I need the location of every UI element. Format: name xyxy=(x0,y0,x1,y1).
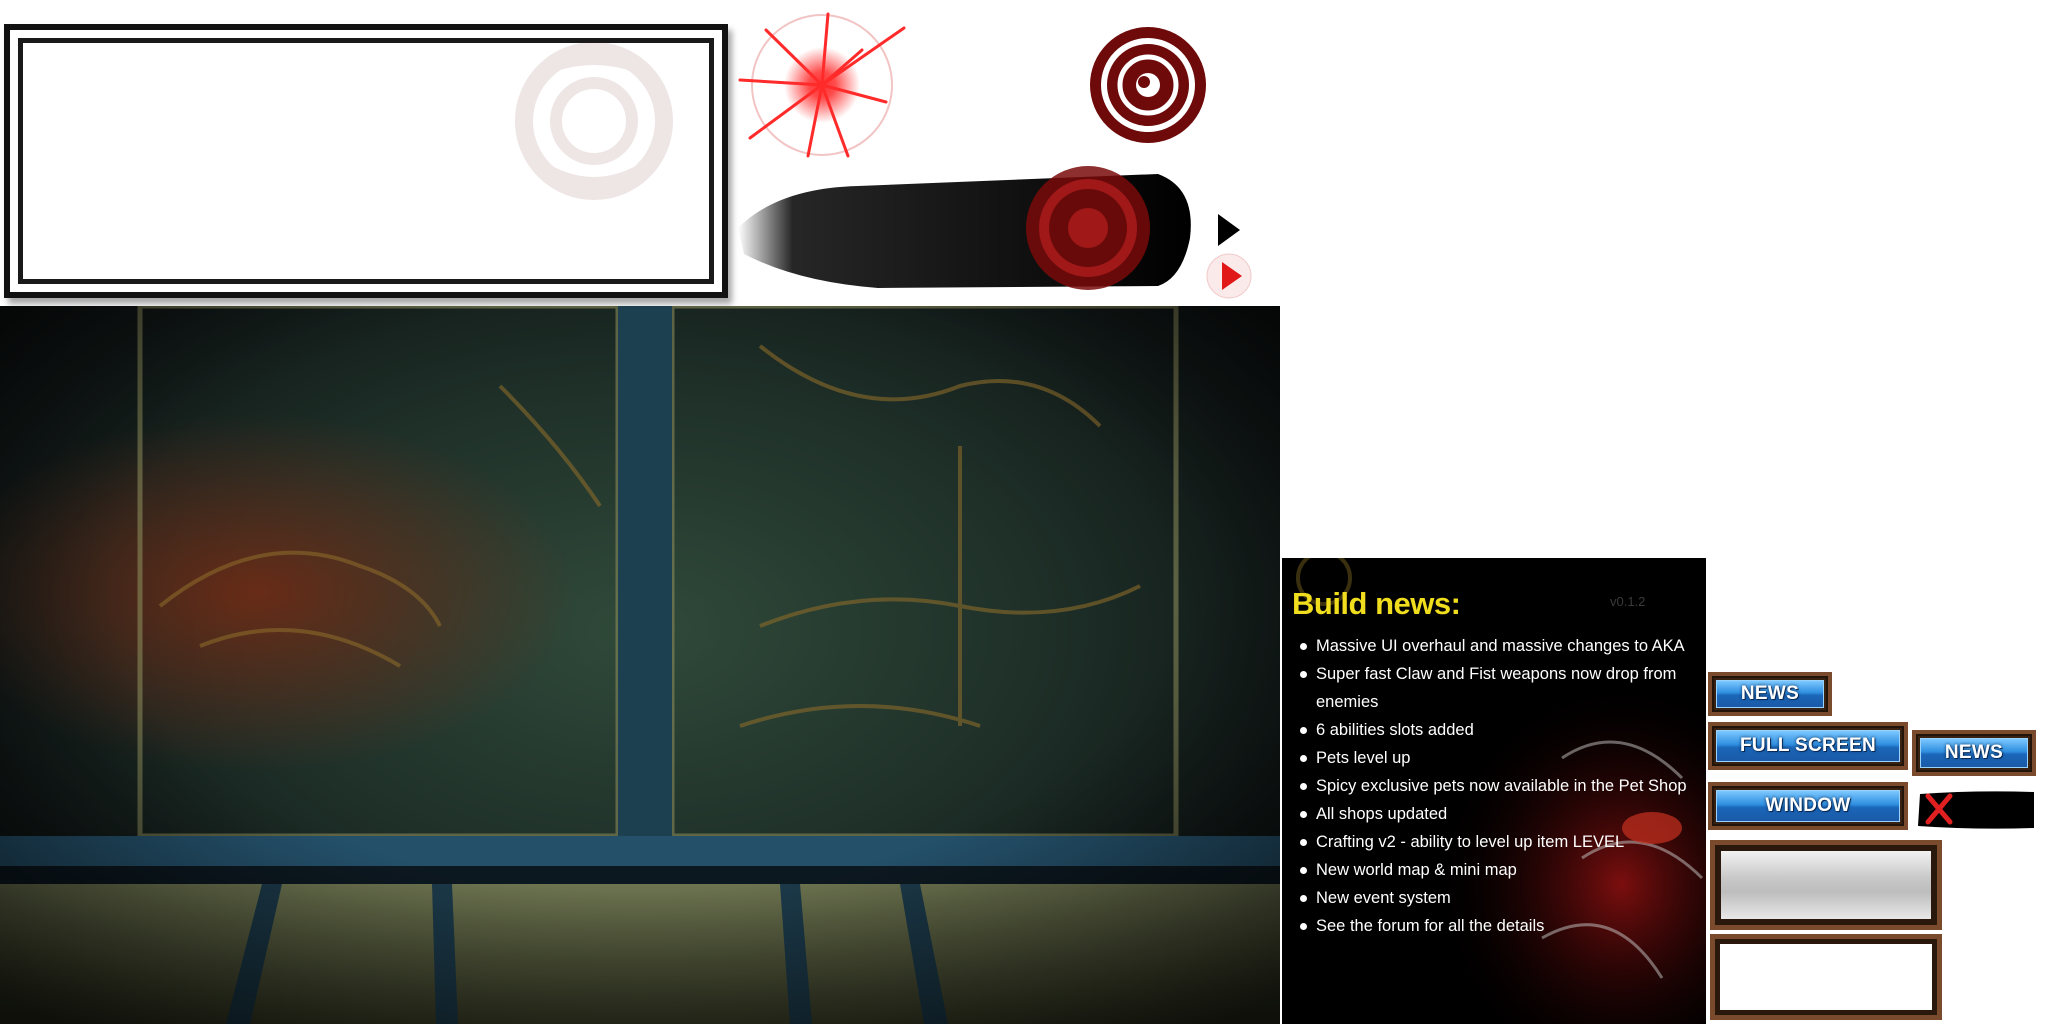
dialog-frame xyxy=(4,24,728,298)
news-button-alt-label: NEWS xyxy=(1920,738,2028,768)
dojo-scene-art xyxy=(0,306,1280,1024)
news-item: New event system xyxy=(1296,884,1696,912)
news-item: See the forum for all the details xyxy=(1296,912,1696,940)
play-arrow-icon[interactable] xyxy=(1216,212,1242,248)
brush-stroke-banner xyxy=(738,166,1191,290)
full-screen-button[interactable]: FULL SCREEN xyxy=(1708,722,1908,770)
close-button[interactable] xyxy=(1916,788,2036,830)
red-burst-icon xyxy=(738,12,906,158)
news-item: Massive UI overhaul and massive changes … xyxy=(1296,632,1696,660)
news-button-label: NEWS xyxy=(1716,680,1824,708)
white-panel-face xyxy=(1720,944,1932,1010)
red-seal-icon xyxy=(1090,27,1206,143)
news-item: New world map & mini map xyxy=(1296,856,1696,884)
news-list: Massive UI overhaul and massive changes … xyxy=(1296,632,1696,940)
news-item: Super fast Claw and Fist weapons now dro… xyxy=(1296,660,1696,716)
news-item: All shops updated xyxy=(1296,800,1696,828)
faded-seal-watermark-icon xyxy=(515,42,673,200)
news-button[interactable]: NEWS xyxy=(1708,672,1832,716)
news-item: Spicy exclusive pets now available in th… xyxy=(1296,772,1696,800)
news-title: Build news: xyxy=(1292,586,1461,621)
news-item: 6 abilities slots added xyxy=(1296,716,1696,744)
news-button-alt[interactable]: NEWS xyxy=(1912,730,2036,776)
silver-panel-face xyxy=(1721,851,1931,919)
window-button-label: WINDOW xyxy=(1716,790,1900,822)
silver-panel-frame xyxy=(1710,840,1942,930)
news-item: Pets level up xyxy=(1296,744,1696,772)
white-panel-frame xyxy=(1710,934,1942,1020)
news-item: Crafting v2 - ability to level up item L… xyxy=(1296,828,1696,856)
full-screen-button-label: FULL SCREEN xyxy=(1716,730,1900,762)
dojo-background-scene xyxy=(0,306,1280,1024)
build-news-panel: Build news: v0.1.2 Massive UI overhaul a… xyxy=(1282,558,1706,1024)
news-version: v0.1.2 xyxy=(1610,594,1646,609)
play-arrow-red-icon[interactable] xyxy=(1206,252,1252,300)
window-button[interactable]: WINDOW xyxy=(1708,782,1908,830)
